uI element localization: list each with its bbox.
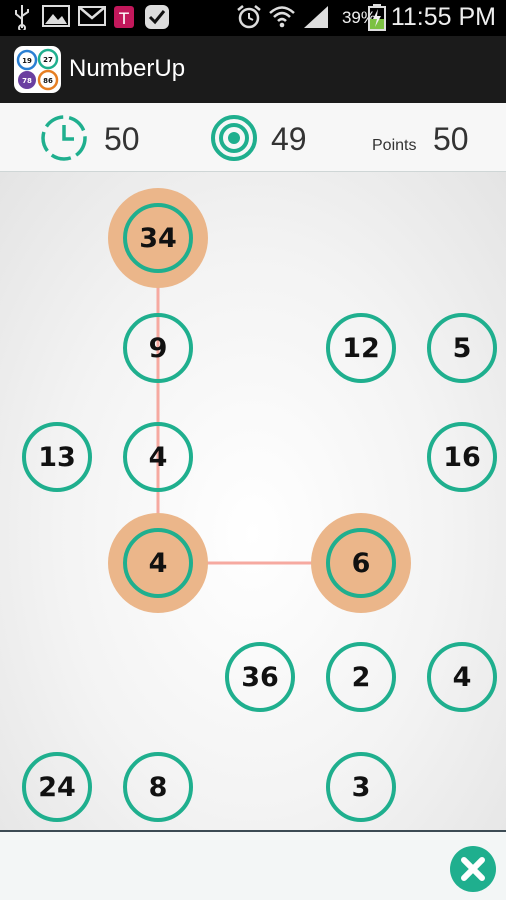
- logo-number: 86: [43, 77, 53, 85]
- number-bubble[interactable]: 4: [123, 528, 193, 598]
- number-bubble[interactable]: 12: [326, 313, 396, 383]
- number-bubble[interactable]: 3: [326, 752, 396, 822]
- points-value: 50: [433, 121, 469, 157]
- logo-number: 78: [22, 77, 32, 85]
- time-remaining: 50: [104, 121, 140, 157]
- logo-number: 27: [43, 56, 53, 64]
- number-bubble[interactable]: 9: [123, 313, 193, 383]
- number-bubble[interactable]: 4: [427, 642, 497, 712]
- selection-path: [156, 238, 361, 565]
- alarm-icon: [237, 5, 261, 29]
- timer-icon: [41, 115, 87, 161]
- app-logo[interactable]: 19 27 78 86: [14, 46, 61, 93]
- image-icon: [42, 5, 70, 27]
- logo-number: 19: [22, 57, 32, 65]
- number-bubble[interactable]: 36: [225, 642, 295, 712]
- stats-header: 50 49 Points 50: [0, 103, 506, 172]
- usb-icon: [15, 5, 29, 30]
- number-bubble[interactable]: 13: [22, 422, 92, 492]
- close-button[interactable]: [450, 846, 496, 892]
- number-bubble[interactable]: 34: [123, 203, 193, 273]
- number-bubble[interactable]: 5: [427, 313, 497, 383]
- check-icon: [145, 5, 169, 29]
- status-bar: T 39% 11:55 PM: [0, 0, 506, 36]
- gmail-icon: [78, 6, 106, 26]
- number-bubble[interactable]: 16: [427, 422, 497, 492]
- close-icon: [461, 857, 485, 881]
- target-icon: [211, 115, 257, 161]
- signal-icon: [304, 6, 328, 28]
- number-bubble[interactable]: 4: [123, 422, 193, 492]
- number-bubble[interactable]: 6: [326, 528, 396, 598]
- battery-charging-icon: [368, 4, 386, 31]
- number-bubble[interactable]: 8: [123, 752, 193, 822]
- app-title: NumberUp: [69, 55, 186, 82]
- clock-time: 11:55 PM: [390, 3, 496, 31]
- number-bubble[interactable]: 24: [22, 752, 92, 822]
- target-number: 49: [271, 121, 307, 157]
- number-bubble[interactable]: 2: [326, 642, 396, 712]
- action-bar: 19 27 78 86 NumberUp: [0, 36, 506, 103]
- svg-text:T: T: [118, 9, 129, 28]
- game-board[interactable]: 34 9 12 5 13 4 16 4 6 36 2 4 24 8 3: [0, 172, 506, 830]
- wifi-icon: [269, 6, 295, 28]
- tmobile-icon: T: [114, 6, 134, 28]
- footer-bar: [0, 830, 506, 900]
- points-label: Points: [372, 137, 417, 154]
